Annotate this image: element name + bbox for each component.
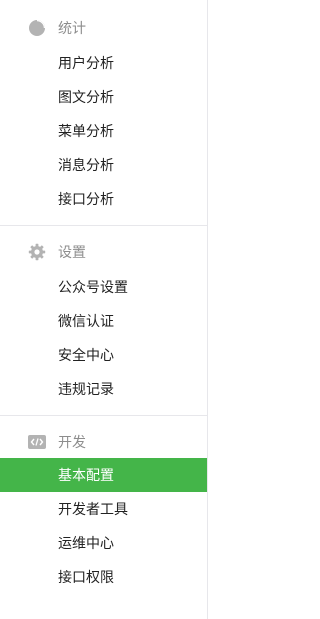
section-header-develop: 开发 [0, 429, 207, 455]
section-develop: 开发 基本配置 开发者工具 运维中心 接口权限 [0, 416, 207, 594]
menu-item-user-analysis[interactable]: 用户分析 [0, 46, 207, 80]
sidebar-menu: 统计 用户分析 图文分析 菜单分析 消息分析 接口分析 设置 公众号设置 微信认… [0, 0, 208, 619]
menu-item-api-permissions[interactable]: 接口权限 [0, 560, 207, 594]
menu-item-violation-records[interactable]: 违规记录 [0, 372, 207, 406]
section-title-stats: 统计 [58, 20, 86, 36]
code-icon [28, 433, 46, 451]
section-header-settings: 设置 [0, 239, 207, 265]
menu-item-developer-tools[interactable]: 开发者工具 [0, 492, 207, 526]
menu-item-security-center[interactable]: 安全中心 [0, 338, 207, 372]
menu-item-account-settings[interactable]: 公众号设置 [0, 270, 207, 304]
section-header-stats: 统计 [0, 15, 207, 41]
menu-item-api-analysis[interactable]: 接口分析 [0, 182, 207, 216]
menu-item-basic-config[interactable]: 基本配置 [0, 458, 207, 492]
section-stats: 统计 用户分析 图文分析 菜单分析 消息分析 接口分析 [0, 0, 207, 216]
menu-item-menu-analysis[interactable]: 菜单分析 [0, 114, 207, 148]
pie-chart-icon [28, 19, 46, 37]
section-settings: 设置 公众号设置 微信认证 安全中心 违规记录 [0, 226, 207, 406]
gear-icon [28, 243, 46, 261]
menu-item-wechat-verification[interactable]: 微信认证 [0, 304, 207, 338]
section-title-develop: 开发 [58, 434, 86, 450]
menu-item-ops-center[interactable]: 运维中心 [0, 526, 207, 560]
menu-item-message-analysis[interactable]: 消息分析 [0, 148, 207, 182]
menu-item-article-analysis[interactable]: 图文分析 [0, 80, 207, 114]
section-title-settings: 设置 [58, 244, 86, 260]
